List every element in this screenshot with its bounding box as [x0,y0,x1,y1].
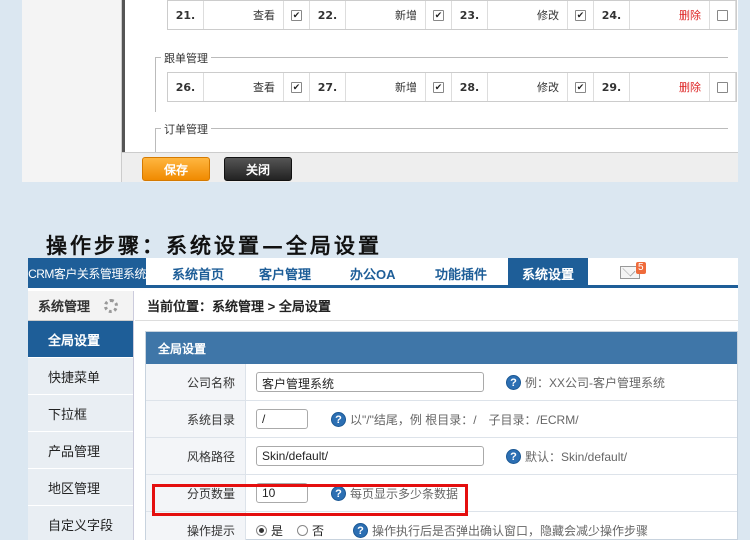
perm-number: 24. [594,1,630,29]
perm-number: 23. [452,1,488,29]
button-bar: 保存 关闭 [122,152,738,182]
perm-checkbox[interactable] [710,73,736,101]
company-name-input[interactable]: 客户管理系统 [256,372,484,392]
perm-checkbox[interactable]: ✔ [426,73,452,101]
group-border [155,57,156,112]
nav-plugins[interactable]: 功能插件 [435,258,487,288]
sidebar-item-dropdown[interactable]: 下拉框 [28,395,133,432]
perm-number: 27. [310,73,346,101]
sidebar-item-global-settings[interactable]: 全局设置 [28,321,133,358]
step-heading: 操作步骤：系统设置—全局设置 [46,233,382,258]
sidebar-item-custom-fields[interactable]: 自定义字段 [28,506,133,540]
group-border [155,128,728,129]
company-help-text: 例：XX公司-客户管理系统 [525,376,666,390]
operation-tip-help-text: 操作执行后是否弹出确认窗口，隐藏会减少操作步骤 [372,524,649,538]
sidebar-title: 系统管理 [38,299,91,314]
tip-yes-radio[interactable] [256,525,267,536]
top-navbar: CRM客户关系管理系统 系统首页 客户管理 办公OA 功能插件 系统设置 5 [28,258,738,288]
sidebar: 系统管理 全局设置 快捷菜单 下拉框 产品管理 地区管理 自定义字段 [28,291,134,540]
nav-home[interactable]: 系统首页 [172,258,224,288]
perm-action: 查看 [204,1,284,29]
perm-checkbox[interactable]: ✔ [568,1,594,29]
help-icon: ? [353,523,368,538]
perm-number: 28. [452,73,488,101]
company-label: 公司名称 [146,364,246,400]
perm-action: 删除 [630,1,710,29]
permission-row: 21. 查看 ✔ 22. 新增 ✔ 23. 修改 ✔ 24. 删除 [167,0,737,30]
help-icon: ? [331,412,346,427]
perm-action: 修改 [488,73,568,101]
permissions-screenshot: 21. 查看 ✔ 22. 新增 ✔ 23. 修改 ✔ 24. 删除 跟单管理 2… [22,0,738,182]
tip-no-radio[interactable] [297,525,309,536]
highlight-box [152,484,468,516]
perm-number: 26. [168,73,204,101]
form-row-style: 风格路径 Skin/default/ ? 默认：Skin/default/ [146,438,737,475]
tip-yes-label: 是 [271,524,284,538]
operation-tip-help: ? 操作执行后是否弹出确认窗口，隐藏会减少操作步骤 [353,522,648,539]
directory-input[interactable]: / [256,409,308,429]
perm-action: 查看 [204,73,284,101]
perm-action: 删除 [630,73,710,101]
form-row-operation-tip: 操作提示 是 否 ? 操作执行后是否弹出确认窗口，隐藏会减少操作步骤 [146,512,737,540]
group-order-legend: 订单管理 [161,121,211,137]
perm-number: 29. [594,73,630,101]
left-gutter [22,0,122,182]
nav-system-settings[interactable]: 系统设置 [508,258,589,288]
sidebar-item-shortcut-menu[interactable]: 快捷菜单 [28,358,133,395]
perm-action: 新增 [346,73,426,101]
style-path-label: 风格路径 [146,438,246,474]
perm-checkbox[interactable]: ✔ [568,73,594,101]
help-icon: ? [506,375,521,390]
style-path-help: ? 默认：Skin/default/ [506,448,627,465]
close-button[interactable]: 关闭 [224,157,292,181]
style-path-help-text: 默认：Skin/default/ [525,450,628,464]
breadcrumb: 当前位置：系统管理 > 全局设置 [135,291,738,321]
mail-count-badge: 5 [636,262,646,274]
perm-action: 新增 [346,1,426,29]
company-help: ? 例：XX公司-客户管理系统 [506,374,665,391]
directory-help-text: 以"/"结尾，例 根目录：/ 子目录：/ECRM/ [350,413,579,427]
permission-row: 26. 查看 ✔ 27. 新增 ✔ 28. 修改 ✔ 29. 删除 [167,72,737,102]
perm-checkbox[interactable]: ✔ [284,73,310,101]
group-border [155,57,728,58]
group-follow-legend: 跟单管理 [161,50,211,66]
directory-help: ? 以"/"结尾，例 根目录：/ 子目录：/ECRM/ [331,411,579,428]
nav-customers[interactable]: 客户管理 [259,258,311,288]
perm-number: 22. [310,1,346,29]
sidebar-item-regions[interactable]: 地区管理 [28,469,133,506]
panel-title: 全局设置 [146,332,737,364]
perm-action: 修改 [488,1,568,29]
operation-tip-options: 是 否 [256,522,324,539]
help-icon: ? [506,449,521,464]
perm-checkbox[interactable]: ✔ [284,1,310,29]
app-brand: CRM客户关系管理系统 [28,258,146,288]
sidebar-header: 系统管理 [28,291,133,321]
sidebar-item-products[interactable]: 产品管理 [28,432,133,469]
tip-no-label: 否 [312,524,325,538]
form-row-directory: 系统目录 / ? 以"/"结尾，例 根目录：/ 子目录：/ECRM/ [146,401,737,438]
perm-checkbox[interactable]: ✔ [426,1,452,29]
perm-number: 21. [168,1,204,29]
form-row-company: 公司名称 客户管理系统 ? 例：XX公司-客户管理系统 [146,364,737,401]
directory-label: 系统目录 [146,401,246,437]
perm-checkbox[interactable] [710,1,736,29]
style-path-input[interactable]: Skin/default/ [256,446,484,466]
nav-office-oa[interactable]: 办公OA [350,258,396,288]
operation-tip-label: 操作提示 [146,512,246,540]
gear-icon[interactable] [104,298,119,313]
save-button[interactable]: 保存 [142,157,210,181]
